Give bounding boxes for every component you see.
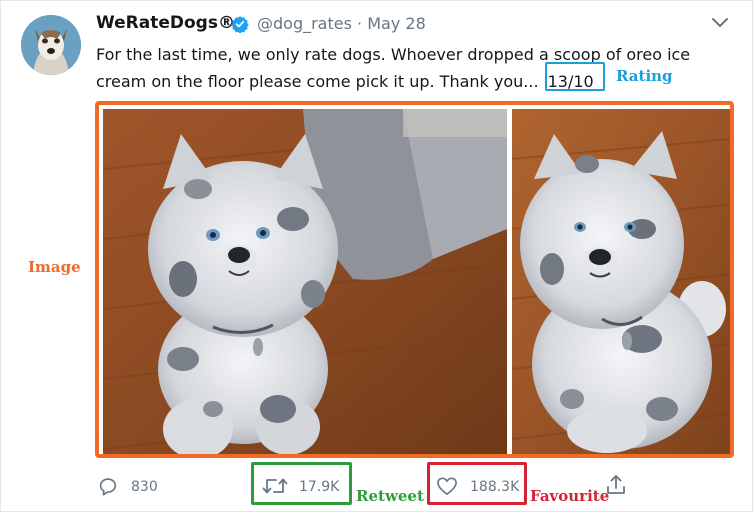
image-highlight-box [95,101,734,458]
handle-and-date: @dog_rates · May 28 [257,14,426,33]
handle[interactable]: @dog_rates [257,14,352,33]
share-icon[interactable] [605,473,627,497]
retweet-icon[interactable] [262,475,288,497]
favourite-annotation: Favourite [530,487,610,505]
heart-icon[interactable] [436,476,458,496]
display-name[interactable]: WeRateDogs® [96,13,235,33]
chevron-down-icon[interactable] [711,16,729,30]
verified-icon [231,16,249,33]
reply-count: 830 [131,479,158,495]
tweet-date[interactable]: May 28 [367,14,426,33]
reply-icon[interactable] [97,475,119,497]
separator: · [357,14,363,33]
image-annotation: Image [28,258,81,276]
like-count: 188.3K [470,479,520,495]
avatar[interactable] [21,15,81,75]
rating-annotation: Rating [616,67,673,85]
dog-photo-left[interactable] [103,109,507,454]
retweet-count: 17.9K [299,479,340,495]
retweet-annotation: Retweet [356,487,424,505]
dog-photo-right[interactable] [512,109,730,454]
rating-highlight-box [545,62,605,91]
